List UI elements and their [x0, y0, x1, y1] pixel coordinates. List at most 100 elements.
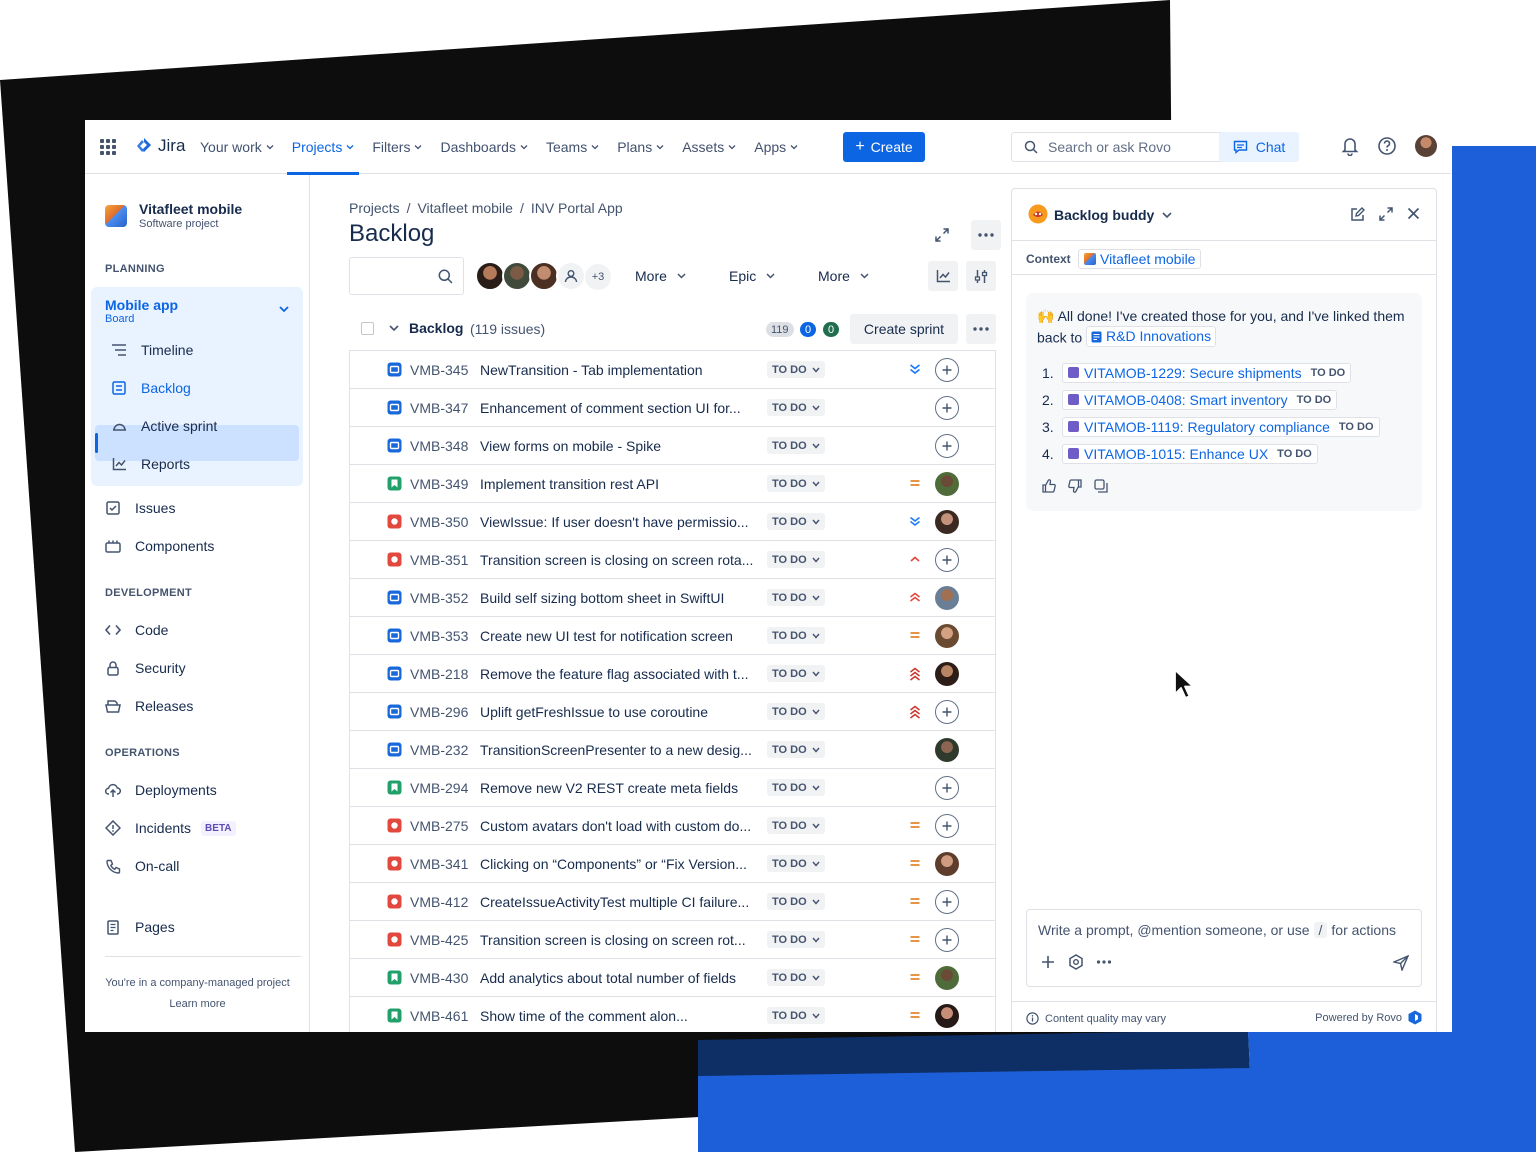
avatar[interactable]: [475, 261, 505, 291]
avatar[interactable]: [502, 261, 532, 291]
assignee-avatar[interactable]: [935, 852, 959, 876]
issue-row[interactable]: VMB-412 CreateIssueActivityTest multiple …: [350, 883, 995, 921]
issue-row[interactable]: VMB-430 Add analytics about total number …: [350, 959, 995, 997]
status-dropdown[interactable]: TO DO: [767, 855, 825, 872]
breadcrumb-projects[interactable]: Projects: [349, 200, 400, 216]
breadcrumb-project[interactable]: Vitafleet mobile: [417, 200, 512, 216]
sidebar-item-active-sprint[interactable]: Active sprint: [111, 408, 301, 444]
assignee-avatar[interactable]: [935, 966, 959, 990]
issue-key[interactable]: VMB-348: [410, 438, 468, 454]
issue-row[interactable]: VMB-461 Show time of the comment alon... T…: [350, 997, 995, 1032]
issue-summary[interactable]: Remove the feature flag associated with …: [480, 666, 748, 682]
unassigned-avatar[interactable]: [556, 261, 586, 291]
sidebar-item-pages[interactable]: Pages: [105, 909, 295, 945]
assignee-avatar[interactable]: [935, 624, 959, 648]
sidebar-item-code[interactable]: Code: [105, 612, 295, 648]
backlog-search-input[interactable]: [349, 257, 464, 295]
nav-teams[interactable]: Teams: [537, 120, 608, 174]
status-dropdown[interactable]: TO DO: [767, 703, 825, 720]
insights-button[interactable]: [928, 261, 958, 291]
backlog-more-button[interactable]: [966, 314, 996, 344]
issue-summary[interactable]: Build self sizing bottom sheet in SwiftU…: [480, 590, 724, 606]
nav-filters[interactable]: Filters: [363, 120, 431, 174]
search-input[interactable]: Search or ask Rovo: [1011, 132, 1239, 162]
issue-key[interactable]: VMB-345: [410, 362, 468, 378]
issue-summary[interactable]: Add analytics about total number of fiel…: [480, 970, 736, 986]
sidebar-item-backlog[interactable]: Backlog: [111, 370, 301, 406]
expand-icon[interactable]: [1379, 207, 1393, 221]
issue-summary[interactable]: Remove new V2 REST create meta fields: [480, 780, 738, 796]
sidebar-item-timeline[interactable]: Timeline: [111, 332, 301, 368]
issue-summary[interactable]: Transition screen is closing on screen r…: [480, 552, 753, 568]
issue-key[interactable]: VMB-296: [410, 704, 468, 720]
issue-row[interactable]: VMB-425 Transition screen is closing on s…: [350, 921, 995, 959]
issue-key[interactable]: VMB-341: [410, 856, 468, 872]
issue-row[interactable]: VMB-350 ViewIssue: If user doesn't have p…: [350, 503, 995, 541]
expand-button[interactable]: [927, 220, 957, 250]
nav-apps[interactable]: Apps: [745, 120, 807, 174]
issue-summary[interactable]: Transition screen is closing on screen r…: [480, 932, 746, 948]
issue-summary[interactable]: Uplift getFreshIssue to use coroutine: [480, 704, 708, 720]
help-icon[interactable]: [1377, 136, 1397, 156]
created-issue-chip[interactable]: VITAMOB-1229: Secure shipments TO DO: [1062, 362, 1352, 383]
issue-row[interactable]: VMB-348 View forms on mobile - Spike TO DO: [350, 427, 995, 465]
more-filter-dropdown-2[interactable]: More: [818, 257, 869, 295]
nav-plans[interactable]: Plans: [608, 120, 673, 174]
status-dropdown[interactable]: TO DO: [767, 475, 825, 492]
sidebar-item-releases[interactable]: Releases: [105, 688, 295, 724]
context-project-chip[interactable]: Vitafleet mobile: [1078, 249, 1202, 269]
agent-hexagon-icon[interactable]: [1067, 953, 1085, 971]
created-issue-chip[interactable]: VITAMOB-1015: Enhance UX TO DO: [1062, 443, 1318, 464]
issue-key[interactable]: VMB-351: [410, 552, 468, 568]
created-issue-chip[interactable]: VITAMOB-0408: Smart inventory TO DO: [1062, 389, 1338, 410]
create-sprint-button[interactable]: Create sprint: [850, 314, 958, 344]
chevron-down-icon[interactable]: [389, 325, 399, 332]
nav-your-work[interactable]: Your work: [191, 120, 283, 174]
thumbs-down-icon[interactable]: [1068, 479, 1082, 493]
assign-button[interactable]: [935, 548, 959, 572]
issue-key[interactable]: VMB-412: [410, 894, 468, 910]
issue-summary[interactable]: NewTransition - Tab implementation: [480, 362, 703, 378]
issue-row[interactable]: VMB-353 Create new UI test for notificati…: [350, 617, 995, 655]
issue-row[interactable]: VMB-349 Implement transition rest API TO D…: [350, 465, 995, 503]
status-dropdown[interactable]: TO DO: [767, 817, 825, 834]
nav-assets[interactable]: Assets: [673, 120, 745, 174]
assignee-avatar[interactable]: [935, 586, 959, 610]
issue-summary[interactable]: Implement transition rest API: [480, 476, 659, 492]
breadcrumb-app[interactable]: INV Portal App: [531, 200, 623, 216]
created-issue-chip[interactable]: VITAMOB-1119: Regulatory compliance TO DO: [1062, 416, 1380, 437]
send-icon[interactable]: [1393, 955, 1409, 971]
learn-more-link[interactable]: Learn more: [85, 998, 310, 1010]
assignee-avatar[interactable]: [935, 1004, 959, 1028]
status-dropdown[interactable]: TO DO: [767, 361, 825, 378]
status-dropdown[interactable]: TO DO: [767, 627, 825, 644]
issue-summary[interactable]: ViewIssue: If user doesn't have permissi…: [480, 514, 749, 530]
issue-summary[interactable]: Enhancement of comment section UI for...: [480, 400, 741, 416]
issue-row[interactable]: VMB-341 Clicking on “Components” or “Fix …: [350, 845, 995, 883]
issue-key[interactable]: VMB-232: [410, 742, 468, 758]
issue-key[interactable]: VMB-347: [410, 400, 468, 416]
status-dropdown[interactable]: TO DO: [767, 1007, 825, 1024]
issue-row[interactable]: VMB-218 Remove the feature flag associate…: [350, 655, 995, 693]
prompt-input[interactable]: Write a prompt, @mention someone, or use…: [1026, 909, 1422, 987]
assignee-avatar[interactable]: [935, 472, 959, 496]
chevron-down-icon[interactable]: [279, 305, 289, 313]
issue-key[interactable]: VMB-350: [410, 514, 468, 530]
linked-epic-chip[interactable]: R&D Innovations: [1086, 326, 1217, 347]
issue-key[interactable]: VMB-294: [410, 780, 468, 796]
board-selector[interactable]: Mobile app Board: [105, 297, 178, 325]
issue-key[interactable]: VMB-218: [410, 666, 468, 682]
agent-selector[interactable]: Backlog buddy: [1054, 207, 1172, 223]
issue-key[interactable]: VMB-430: [410, 970, 468, 986]
jira-logo[interactable]: Jira: [135, 136, 185, 156]
issue-row[interactable]: VMB-294 Remove new V2 REST create meta fi…: [350, 769, 995, 807]
issue-summary[interactable]: TransitionScreenPresenter to a new desig…: [480, 742, 752, 758]
issue-summary[interactable]: Clicking on “Components” or “Fix Version…: [480, 856, 747, 872]
assign-button[interactable]: [935, 814, 959, 838]
issue-summary[interactable]: CreateIssueActivityTest multiple CI fail…: [480, 894, 749, 910]
app-switcher-icon[interactable]: [100, 139, 116, 155]
status-dropdown[interactable]: TO DO: [767, 931, 825, 948]
assignee-avatar[interactable]: [935, 510, 959, 534]
issue-row[interactable]: VMB-296 Uplift getFreshIssue to use corou…: [350, 693, 995, 731]
status-dropdown[interactable]: TO DO: [767, 589, 825, 606]
